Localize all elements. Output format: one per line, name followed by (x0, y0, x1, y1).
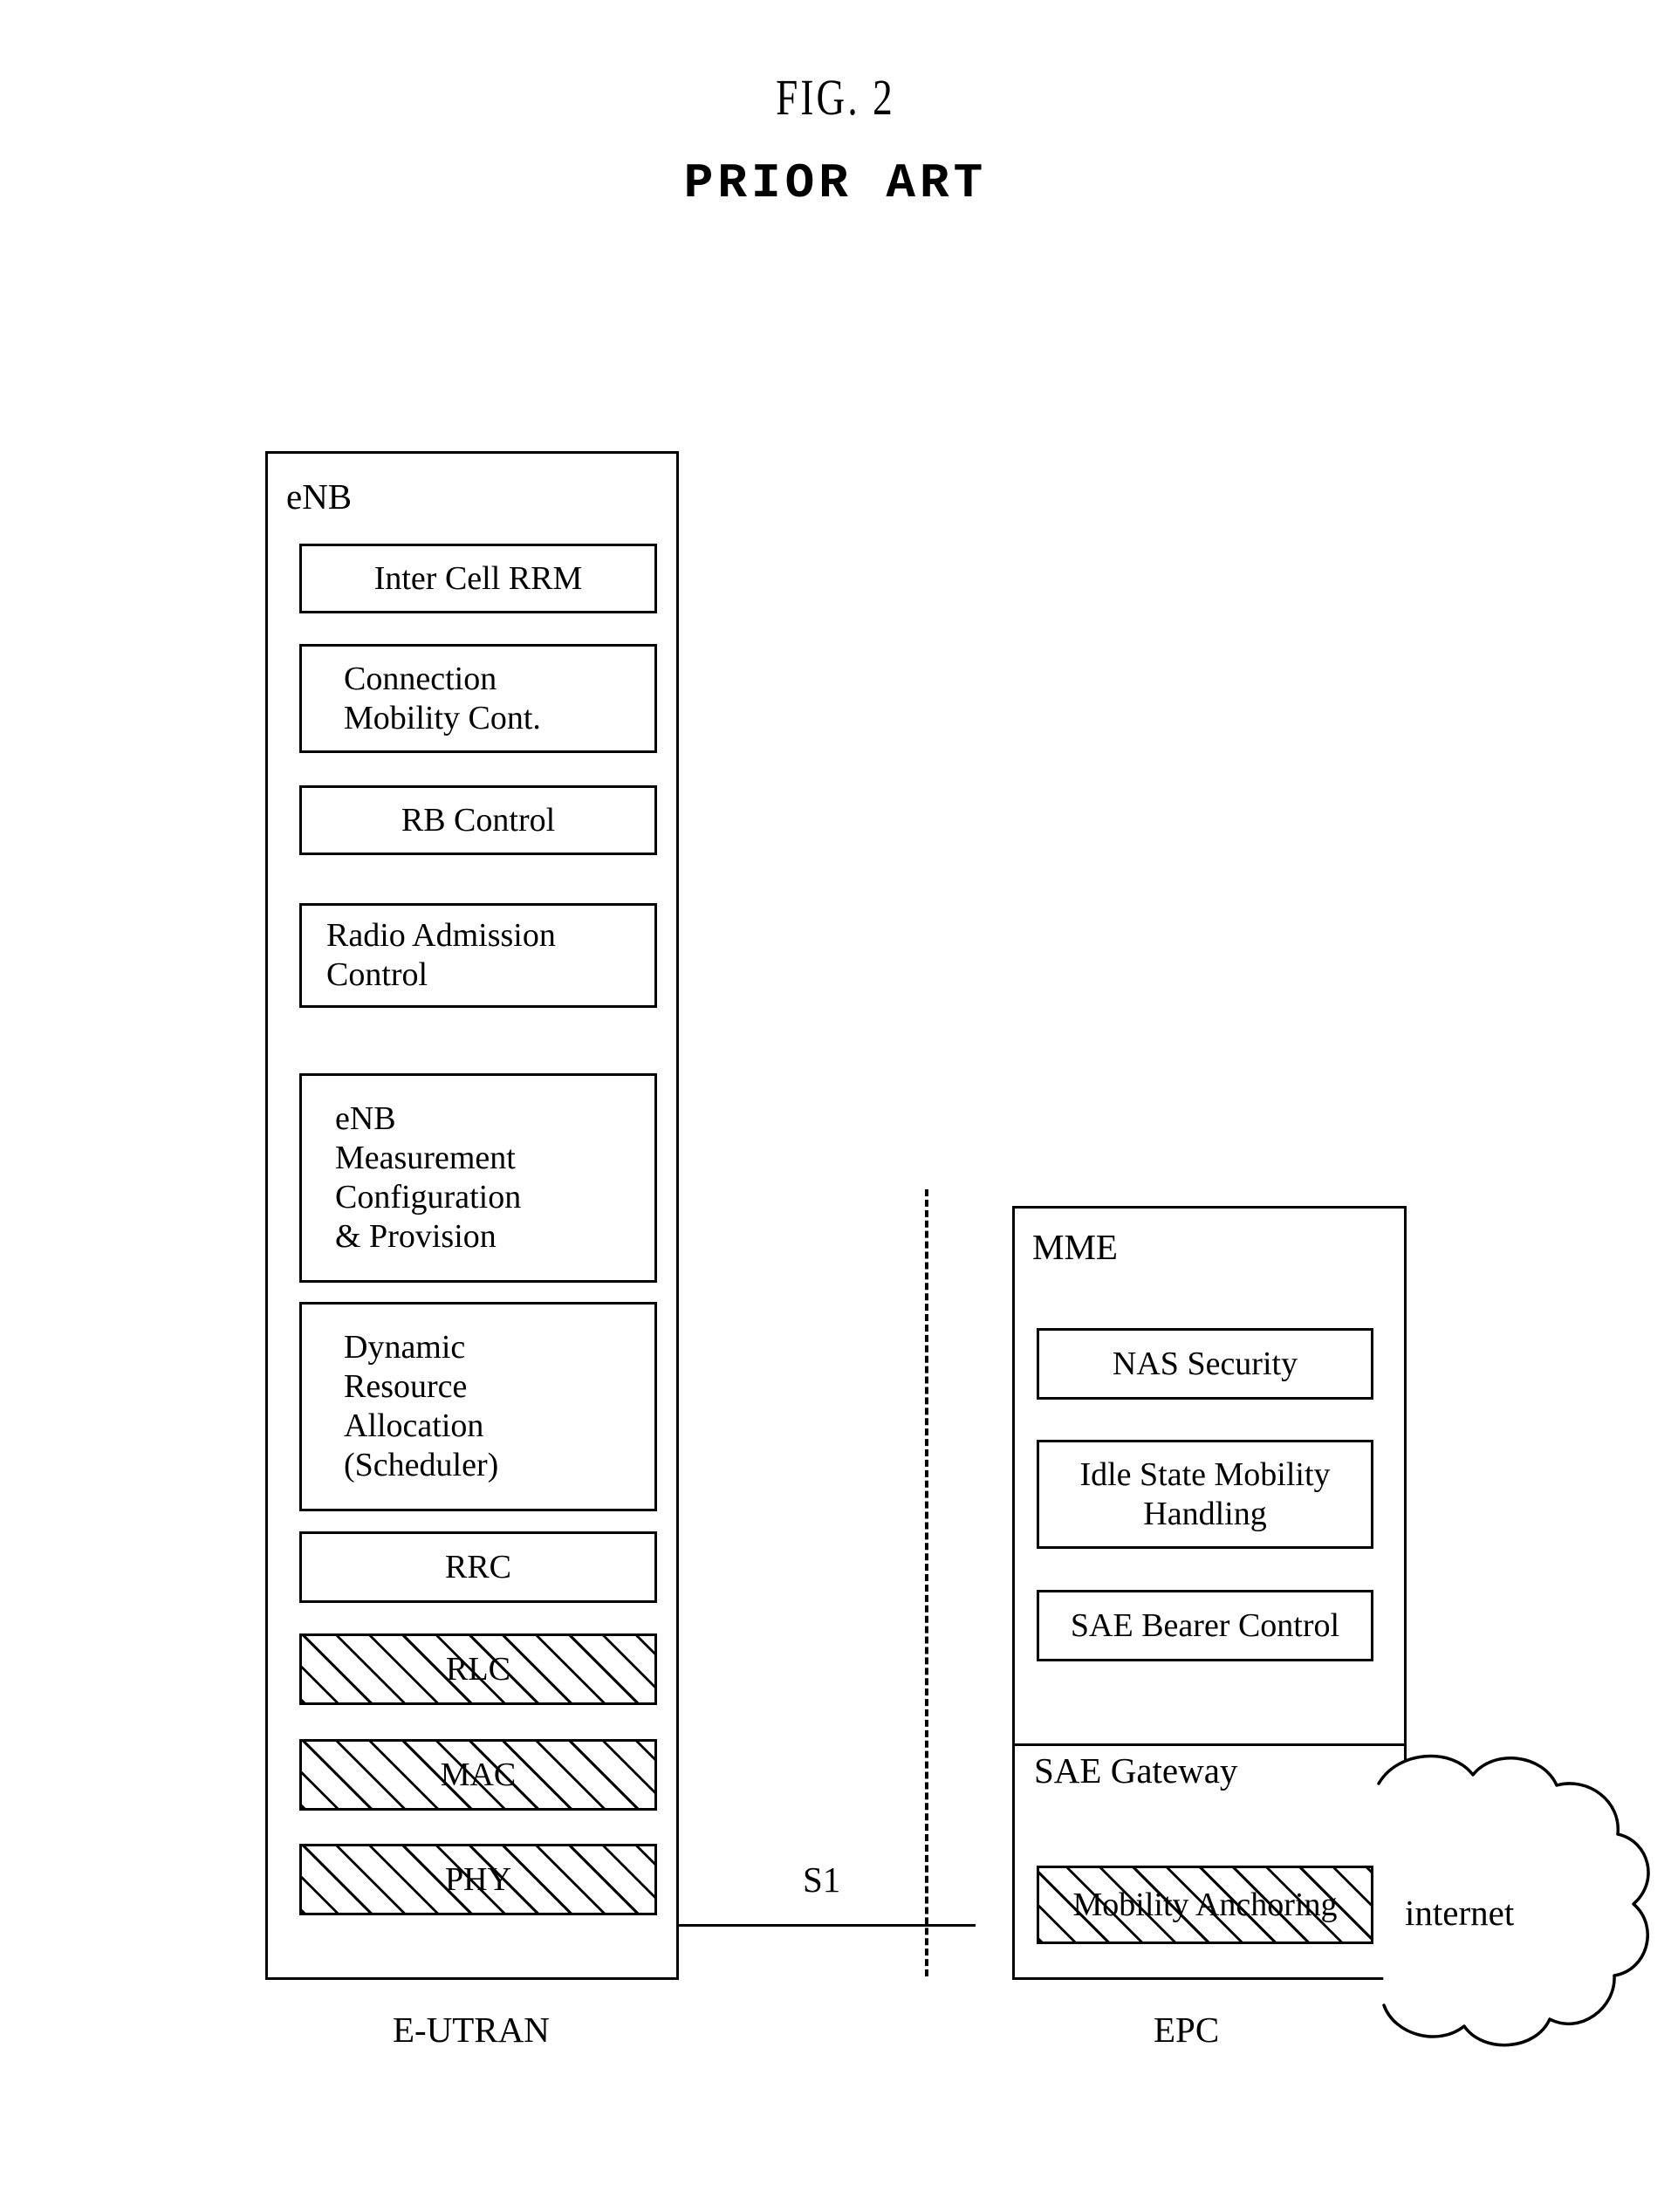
block-phy-label: PHY (444, 1860, 512, 1898)
block-sae-bearer-control-label: SAE Bearer Control (1070, 1606, 1340, 1644)
block-dynamic-resource-allocation-label: Dynamic Resource Allocation (Scheduler) (344, 1329, 499, 1483)
block-nas-security-label: NAS Security (1112, 1345, 1298, 1382)
block-mobility-anchoring-label: Mobility Anchoring (1072, 1886, 1338, 1923)
block-sae-bearer-control: SAE Bearer Control (1037, 1590, 1373, 1661)
block-phy: PHY (299, 1844, 657, 1915)
block-inter-cell-rrm: Inter Cell RRM (299, 544, 657, 613)
block-nas-security: NAS Security (1037, 1328, 1373, 1400)
mme-label: MME (1032, 1227, 1118, 1267)
block-connection-mobility-cont: Connection Mobility Cont. (299, 644, 657, 753)
figure-title: FIG. 2 (776, 69, 895, 126)
figure-subtitle-prior-art: PRIOR ART (683, 155, 988, 211)
block-rb-control-label: RB Control (401, 801, 556, 839)
block-mac-label: MAC (440, 1756, 517, 1793)
block-inter-cell-rrm-label: Inter Cell RRM (373, 559, 583, 597)
block-rrc: RRC (299, 1531, 657, 1603)
internet-label: internet (1405, 1893, 1515, 1933)
block-rrc-label: RRC (444, 1548, 512, 1585)
block-idle-state-mobility-handling-label: Idle State Mobility Handling (1079, 1455, 1331, 1532)
block-idle-state-mobility-handling: Idle State Mobility Handling (1037, 1440, 1373, 1549)
block-enb-measurement-configuration: eNB Measurement Configuration & Provisio… (299, 1073, 657, 1283)
e-utran-epc-dashed-divider (925, 1189, 928, 1976)
block-mobility-anchoring: Mobility Anchoring (1037, 1866, 1373, 1944)
s1-interface-label: S1 (803, 1859, 841, 1900)
e-utran-caption: E-UTRAN (393, 2010, 550, 2050)
block-radio-admission-control: Radio Admission Control (299, 903, 657, 1008)
block-mac: MAC (299, 1739, 657, 1811)
block-enb-measurement-configuration-label: eNB Measurement Configuration & Provisio… (335, 1100, 522, 1255)
enb-label: eNB (286, 476, 353, 517)
patent-figure-page: FIG. 2 PRIOR ART eNB Inter Cell RRM Conn… (0, 0, 1671, 2212)
block-connection-mobility-cont-label: Connection Mobility Cont. (344, 660, 541, 736)
mme-sae-gateway-divider (1012, 1743, 1407, 1746)
block-rlc-label: RLC (446, 1650, 510, 1688)
sae-gateway-label: SAE Gateway (1034, 1750, 1238, 1791)
block-rb-control: RB Control (299, 785, 657, 855)
block-dynamic-resource-allocation: Dynamic Resource Allocation (Scheduler) (299, 1302, 657, 1511)
s1-interface-line (679, 1924, 976, 1927)
block-radio-admission-control-label: Radio Admission Control (326, 917, 556, 993)
block-rlc: RLC (299, 1633, 657, 1705)
epc-caption: EPC (1154, 2010, 1220, 2050)
